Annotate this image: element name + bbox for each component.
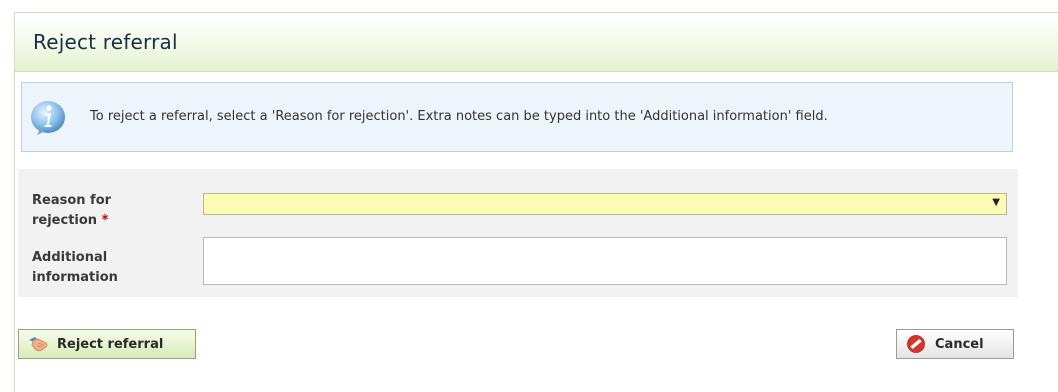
reason-for-rejection-select[interactable]: ▼ (203, 193, 1007, 215)
cancel-button[interactable]: Cancel (896, 329, 1014, 359)
reason-label-line2: rejection (32, 213, 98, 228)
dropdown-arrow-icon[interactable]: ▼ (992, 197, 1000, 208)
reason-label-line1: Reason for (32, 193, 112, 208)
required-mark: * (101, 213, 109, 228)
cancel-label: Cancel (935, 336, 984, 352)
additional-label-line1: Additional (32, 250, 108, 265)
additional-info-label: Additional information (32, 248, 118, 288)
reject-referral-button[interactable]: Reject referral (18, 329, 196, 359)
rejection-form: Reason for rejection * ▼ Additional info… (18, 169, 1018, 297)
info-message-text: To reject a referral, select a 'Reason f… (90, 109, 828, 124)
info-icon (31, 101, 65, 135)
reason-label: Reason for rejection * (32, 191, 111, 231)
reject-referral-label: Reject referral (57, 336, 164, 352)
additional-information-field[interactable] (203, 237, 1007, 285)
reason-label-line2-wrap: rejection * (32, 211, 111, 231)
dialog-header: Reject referral (15, 13, 1058, 72)
info-message-box: To reject a referral, select a 'Reason f… (21, 82, 1013, 152)
additional-label-line2: information (32, 270, 118, 285)
reject-hand-icon (29, 337, 48, 352)
cancel-icon (907, 335, 925, 353)
dialog-title: Reject referral (33, 30, 178, 54)
